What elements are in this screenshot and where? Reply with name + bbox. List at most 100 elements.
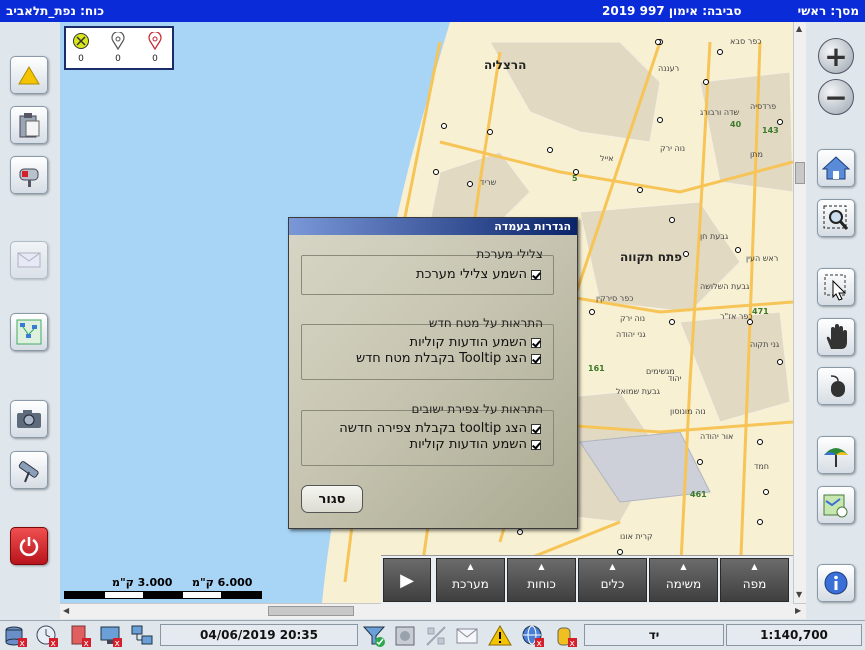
network-button[interactable] <box>10 313 48 351</box>
home-button[interactable] <box>817 149 855 187</box>
left-toolbar <box>0 22 60 620</box>
horizontal-scrollbar[interactable]: ◀ ▶ <box>60 603 806 619</box>
checkbox-box[interactable] <box>531 269 541 280</box>
datetime-field: 04/06/2019 20:35 <box>160 624 358 646</box>
disk-icon[interactable] <box>391 623 418 648</box>
vertical-scroll-thumb[interactable] <box>795 162 805 184</box>
power-button[interactable] <box>10 527 48 565</box>
checkbox-box[interactable] <box>531 353 541 364</box>
tab-system[interactable]: ▲ מערכת <box>436 558 505 602</box>
legend-count: 0 <box>78 54 84 64</box>
horizontal-scroll-thumb[interactable] <box>268 606 354 616</box>
map-label: ראש העין <box>746 254 779 263</box>
map-label: גני תקוה <box>750 340 780 349</box>
scroll-left-arrow[interactable]: ◀ <box>63 606 69 615</box>
clipboard-button[interactable] <box>10 106 48 144</box>
globe-error-icon[interactable]: x <box>519 623 546 648</box>
mouse-button[interactable] <box>817 367 855 405</box>
vertical-scrollbar[interactable]: ▲ ▼ <box>793 22 807 603</box>
scroll-right-arrow[interactable]: ▶ <box>795 606 801 615</box>
group-title: התראות על מטח חדש <box>428 316 543 330</box>
satellite-icon[interactable] <box>422 623 449 648</box>
camera-button[interactable] <box>10 400 48 438</box>
map-label: נוה ירק <box>620 314 646 323</box>
filter-check-icon[interactable] <box>360 623 387 648</box>
group-system-sounds: צלילי מערכת השמע צלילי מערכת <box>301 247 554 295</box>
map-label: נוה מונוסון <box>670 407 706 416</box>
message-button[interactable] <box>10 241 48 279</box>
legend-item[interactable]: 0 <box>70 32 92 64</box>
tab-map[interactable]: ▲ מפה <box>720 558 789 602</box>
scale-label-right: 6.000 ק"מ <box>192 576 253 589</box>
network-computers-icon[interactable] <box>128 623 155 648</box>
select-button[interactable] <box>817 268 855 306</box>
envelope-status-icon[interactable] <box>453 623 480 648</box>
checkbox-box[interactable] <box>531 423 541 434</box>
pan-button[interactable] <box>817 318 855 356</box>
map-label: כפר סבא <box>730 37 762 46</box>
checkbox-show-tooltip-new-barrage[interactable]: הצג Tooltip בקבלת מטח חדש <box>356 351 541 366</box>
clock-error-icon[interactable]: x <box>33 623 60 648</box>
svg-text:x: x <box>83 639 89 648</box>
camera-icon <box>17 410 41 428</box>
tab-task[interactable]: ▲ משימה <box>649 558 718 602</box>
umbrella-layers-icon <box>824 448 848 467</box>
alert-button[interactable] <box>10 56 48 94</box>
svg-text:x: x <box>536 639 542 648</box>
warning-status-icon[interactable] <box>486 623 513 648</box>
tab-tools[interactable]: ▲ כלים <box>578 558 647 602</box>
group-title: התראות על צפירת ישובים <box>411 402 543 416</box>
cylinder-warning-icon[interactable]: x <box>552 623 579 648</box>
group-title: צלילי מערכת <box>476 247 543 261</box>
play-arrow-icon: ▶ <box>400 569 414 591</box>
zoom-out-button[interactable]: − <box>818 79 854 115</box>
home-icon <box>822 156 850 180</box>
map-check-icon <box>823 494 848 518</box>
caret-up-icon: ▲ <box>467 562 474 571</box>
settings-dialog: הגדרות בעמדה צלילי מערכת השמע צלילי מערכ… <box>288 217 578 529</box>
map-label: אור יהודה <box>700 432 734 441</box>
layers-button[interactable] <box>817 436 855 474</box>
status-bar: x x x x 04/06/2019 20:35 x x יד 1:140,70… <box>0 620 865 650</box>
road-number: 143 <box>762 126 779 135</box>
map-settings-button[interactable] <box>817 486 855 524</box>
road-number: 40 <box>730 120 742 129</box>
legend-item[interactable]: 0 <box>144 31 166 64</box>
zoom-area-button[interactable] <box>817 199 855 237</box>
map-label: אייל <box>600 154 614 163</box>
mailbox-button[interactable] <box>10 156 48 194</box>
caret-up-icon: ▲ <box>609 562 616 571</box>
layer-legend[interactable]: 0 0 0 <box>64 26 174 70</box>
map-label: גני יהודה <box>616 330 646 339</box>
checkbox-label: הצג tooltip בקבלת צפירה חדשה <box>339 421 527 436</box>
tab-label: כלים <box>600 577 625 591</box>
user-field: יד <box>584 624 724 646</box>
scroll-down-arrow[interactable]: ▼ <box>796 590 802 599</box>
scroll-up-arrow[interactable]: ▲ <box>796 24 802 33</box>
info-button[interactable] <box>817 564 855 602</box>
tab-forces[interactable]: ▲ כוחות <box>507 558 576 602</box>
tab-label: משימה <box>665 577 702 591</box>
road-number: 471 <box>752 307 769 316</box>
zoom-area-icon <box>823 205 849 230</box>
checkbox-play-system-sounds[interactable]: השמע צלילי מערכת <box>416 267 541 282</box>
right-toolbar: + − <box>806 22 865 620</box>
checkbox-box[interactable] <box>531 439 541 450</box>
database-error-icon[interactable]: x <box>2 623 29 648</box>
close-button[interactable]: סגור <box>301 485 363 513</box>
telescope-button[interactable] <box>10 451 48 489</box>
checkbox-play-voice-messages[interactable]: השמע הודעות קוליות <box>410 335 541 350</box>
document-error-icon[interactable]: x <box>66 623 93 648</box>
zoom-in-button[interactable]: + <box>818 38 854 74</box>
checkbox-play-voice-messages-siren[interactable]: השמע הודעות קוליות <box>410 437 541 452</box>
monitor-error-icon[interactable]: x <box>97 623 124 648</box>
legend-count: 0 <box>115 54 121 64</box>
road-number: 161 <box>588 364 605 373</box>
checkbox-show-tooltip-new-siren[interactable]: הצג tooltip בקבלת צפירה חדשה <box>339 421 541 436</box>
scale-field: 1:140,700 <box>726 624 862 646</box>
road-number: 5 <box>572 174 578 183</box>
legend-item[interactable]: 0 <box>107 31 129 64</box>
collapse-menu-button[interactable]: ▶ <box>383 558 431 602</box>
checkbox-box[interactable] <box>531 337 541 348</box>
grey-pin-icon <box>111 31 125 51</box>
